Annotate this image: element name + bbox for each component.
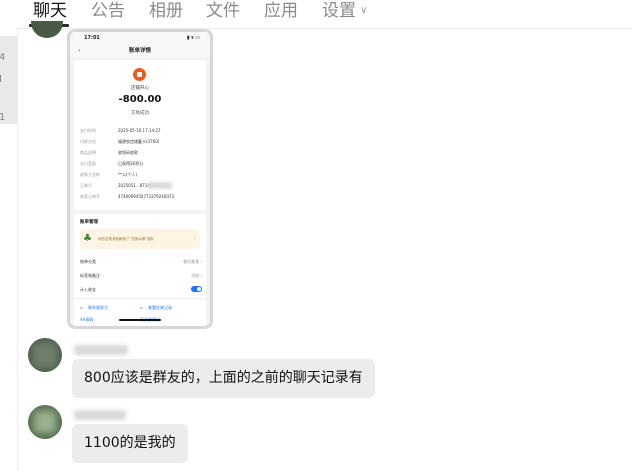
- message-bubble[interactable]: 1100的是我的: [72, 424, 188, 463]
- conversation-list-edge[interactable]: 4 I 1: [0, 28, 18, 471]
- receipt-nav-bar: ‹ 账单详情: [70, 44, 210, 58]
- receipt-title: 账单详情: [128, 48, 151, 54]
- include-toggle[interactable]: [191, 286, 202, 292]
- merchant-name: 店铺开心: [131, 86, 149, 91]
- chevron-right-icon: ›: [193, 235, 196, 242]
- message-text: 800应该是群友的，上面的之前的聊天记录有: [84, 370, 363, 386]
- history-icon: ▫: [140, 305, 143, 310]
- transaction-status: 交易成功: [131, 111, 149, 116]
- aa-collect-link[interactable]: AA收款: [80, 317, 94, 323]
- selected-conversation-highlight: [0, 36, 17, 124]
- tab-album[interactable]: 相册: [149, 0, 183, 21]
- receipt-card: 店铺开心 -800.00 交易成功 支付时间 2025-05-10 17:14:…: [74, 60, 206, 210]
- bill-management-card: 账单管理 ♣ 你的这笔消费解锁了“兑换水果”福利 › 账单分类 餐饮美食 › 标…: [74, 214, 206, 326]
- list-glyph: 4: [0, 52, 6, 63]
- group-tab-bar: 聊天 公告 相册 文件 应用 设置 ∨: [0, 0, 632, 29]
- tab-settings-label: 设置: [322, 1, 356, 21]
- broccoli-icon: ♣: [83, 233, 92, 244]
- sender-name-redacted: [74, 410, 126, 420]
- row-value: 2025-05-10 17:14:27: [118, 128, 161, 133]
- list-glyph: I: [0, 74, 2, 85]
- option-label: 计入收支: [80, 287, 96, 292]
- row-label: 订单号: [80, 183, 92, 188]
- contact-payee-link[interactable]: 联系收款方: [88, 305, 108, 311]
- sender-avatar[interactable]: [28, 405, 62, 439]
- row-label: 支付时间: [80, 128, 96, 133]
- option-label: 账单分类: [80, 259, 96, 264]
- option-value[interactable]: 添加 ›: [191, 273, 202, 279]
- row-label: 商家订单号: [80, 194, 100, 199]
- manage-title: 账单管理: [80, 220, 98, 225]
- status-time: 17:01: [84, 35, 100, 41]
- merchant-icon: [133, 68, 146, 81]
- redaction-blur: [148, 182, 172, 189]
- reward-banner[interactable]: ♣ 你的这笔消费解锁了“兑换水果”福利 ›: [80, 229, 200, 249]
- row-value: 收钱码收款: [118, 150, 138, 155]
- tab-settings[interactable]: 设置 ∨: [322, 0, 367, 21]
- message-bubble[interactable]: 800应该是群友的，上面的之前的聊天记录有: [72, 359, 375, 398]
- row-value: 4740069450773279240073: [118, 194, 174, 199]
- status-icons: ▮ ▾ ▭: [186, 35, 200, 41]
- amount: -800.00: [118, 94, 162, 105]
- tab-chat[interactable]: 聊天: [33, 0, 67, 21]
- tab-announcement[interactable]: 公告: [91, 0, 125, 21]
- chevron-down-icon: ∨: [360, 5, 368, 16]
- row-label: 付款方式: [80, 139, 96, 144]
- row-label: 支付奖励: [80, 161, 96, 166]
- banner-text: 你的这笔消费解锁了“兑换水果”福利: [98, 237, 155, 241]
- contact-payee-icon: ▫: [80, 305, 83, 310]
- option-value[interactable]: 餐饮美食 ›: [183, 259, 202, 265]
- home-indicator: [119, 319, 161, 321]
- history-link[interactable]: 查看往来记录: [148, 305, 172, 311]
- phone-status-bar: 17:01 ▮ ▾ ▭: [70, 32, 210, 44]
- payment-receipt-screenshot[interactable]: 17:01 ▮ ▾ ▭ ‹ 账单详情 店铺开心 -800.00 交易成功 支付时…: [67, 29, 213, 329]
- row-value: 已获得26积分: [118, 161, 144, 166]
- row-label: 收款方全称: [80, 172, 100, 177]
- sender-avatar[interactable]: [28, 338, 62, 372]
- row-value: **公(个人): [118, 172, 138, 177]
- sender-name-redacted: [74, 345, 128, 355]
- list-glyph: 1: [0, 112, 6, 123]
- message-text: 1100的是我的: [84, 435, 176, 451]
- tab-files[interactable]: 文件: [206, 0, 240, 21]
- row-value: 福建农信储蓄卡(3760): [118, 139, 160, 144]
- tab-apps[interactable]: 应用: [264, 0, 298, 21]
- row-label: 商品说明: [80, 150, 96, 155]
- back-icon: ‹: [78, 48, 81, 54]
- option-label: 标签和备注: [80, 273, 100, 278]
